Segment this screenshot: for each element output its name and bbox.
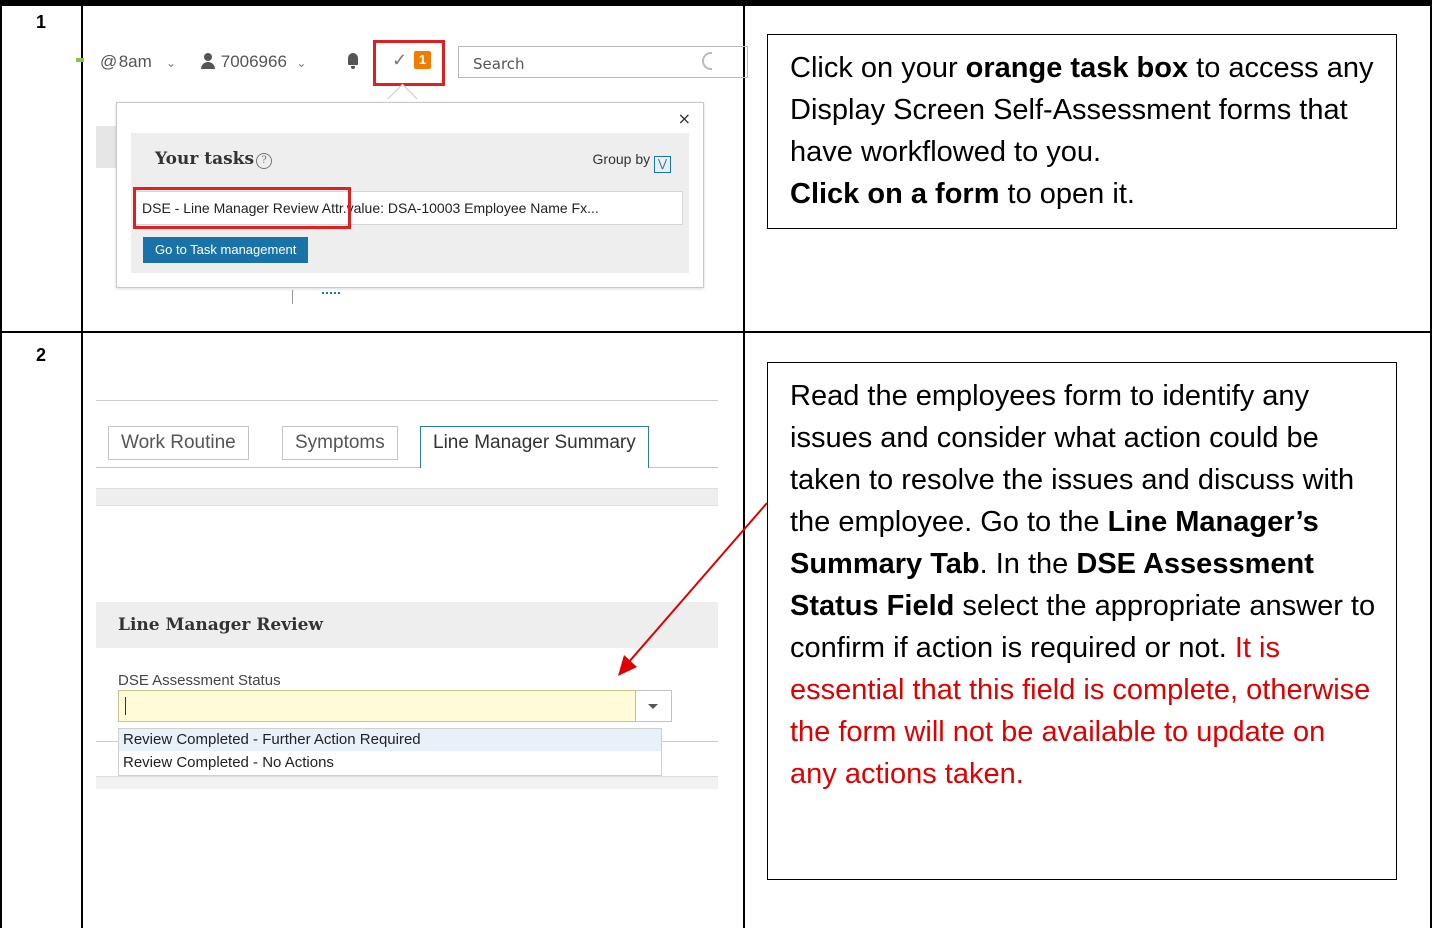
user-icon bbox=[200, 53, 216, 69]
tasks-popover: × Your tasks? Group by ⋁ DSE - Line Mana… bbox=[116, 102, 704, 288]
divider bbox=[662, 741, 718, 742]
dse-status-input[interactable] bbox=[118, 690, 636, 722]
close-icon[interactable]: × bbox=[678, 109, 691, 128]
section-title: Line Manager Review bbox=[118, 615, 324, 635]
option-no-actions[interactable]: Review Completed - No Actions bbox=[119, 752, 661, 774]
tab-work-routine[interactable]: Work Routine bbox=[108, 426, 249, 460]
screenshot-line-manager-summary: Work Routine Symptoms Line Manager Summa… bbox=[96, 384, 718, 804]
row-number-2: 2 bbox=[36, 345, 47, 365]
double-chevron-down-icon[interactable]: ⋁ bbox=[654, 156, 671, 173]
at-icon: @ bbox=[100, 52, 118, 71]
shift-label: 8am bbox=[118, 52, 152, 71]
tasks-title-text: Your tasks bbox=[155, 149, 255, 169]
divider bbox=[96, 400, 718, 401]
table-row-divider bbox=[0, 331, 1432, 333]
task-box-highlight bbox=[373, 40, 445, 86]
task-item-highlight bbox=[133, 187, 351, 229]
table-column-divider-1 bbox=[81, 0, 83, 928]
background-toolbar-fragment bbox=[292, 286, 372, 306]
user-id-label: 7006966 bbox=[220, 52, 287, 71]
instruction-box-2: Read the employees form to identify any … bbox=[767, 362, 1397, 880]
tab-line-manager-summary[interactable]: Line Manager Summary bbox=[420, 426, 649, 468]
status-options-list: Review Completed - Further Action Requir… bbox=[118, 728, 662, 776]
instruction-2-text-b: . In the bbox=[979, 548, 1077, 580]
instruction-1-bold-b: Click on a form bbox=[790, 178, 1000, 210]
section-header: Line Manager Review bbox=[96, 602, 718, 648]
group-by-control[interactable]: Group by ⋁ bbox=[593, 151, 671, 173]
dse-status-label: DSE Assessment Status bbox=[118, 672, 281, 689]
tasks-panel: Your tasks? Group by ⋁ DSE - Line Manage… bbox=[131, 133, 689, 273]
go-to-task-management-button[interactable]: Go to Task management bbox=[143, 237, 309, 263]
user-selector[interactable]: 7006966 ⌄ bbox=[200, 52, 306, 72]
table-top-border bbox=[0, 0, 1432, 6]
row-number-1: 1 bbox=[36, 12, 47, 32]
option-further-action[interactable]: Review Completed - Further Action Requir… bbox=[119, 729, 661, 751]
help-icon[interactable]: ? bbox=[256, 153, 273, 169]
instruction-1-text-c: to open it. bbox=[999, 178, 1135, 210]
screenshot-task-box: @ 8am ⌄ 7006966 ⌄ ✓ 1 Search × Your task… bbox=[76, 22, 748, 312]
tasks-title: Your tasks? bbox=[155, 149, 273, 169]
instruction-1-bold-a: orange task box bbox=[965, 52, 1189, 84]
tab-symptoms[interactable]: Symptoms bbox=[282, 426, 398, 460]
chevron-down-icon: ⌄ bbox=[296, 56, 307, 70]
divider bbox=[96, 741, 118, 742]
instruction-1-text-a: Click on your bbox=[790, 52, 966, 84]
instruction-box-1: Click on your orange task box to access … bbox=[767, 34, 1397, 229]
chevron-down-icon: ⌄ bbox=[165, 56, 176, 70]
dropdown-toggle-button[interactable] bbox=[636, 690, 672, 722]
bell-icon[interactable] bbox=[346, 53, 360, 69]
table-left-border bbox=[0, 0, 2, 928]
shift-selector[interactable]: @ 8am ⌄ bbox=[100, 52, 176, 72]
group-by-label: Group by bbox=[592, 151, 651, 167]
content-strip bbox=[96, 776, 718, 789]
accent-bar bbox=[76, 58, 84, 62]
table-column-divider-2 bbox=[743, 0, 745, 928]
content-strip bbox=[96, 488, 718, 506]
background-panel bbox=[96, 126, 116, 168]
text-caret bbox=[125, 697, 126, 715]
